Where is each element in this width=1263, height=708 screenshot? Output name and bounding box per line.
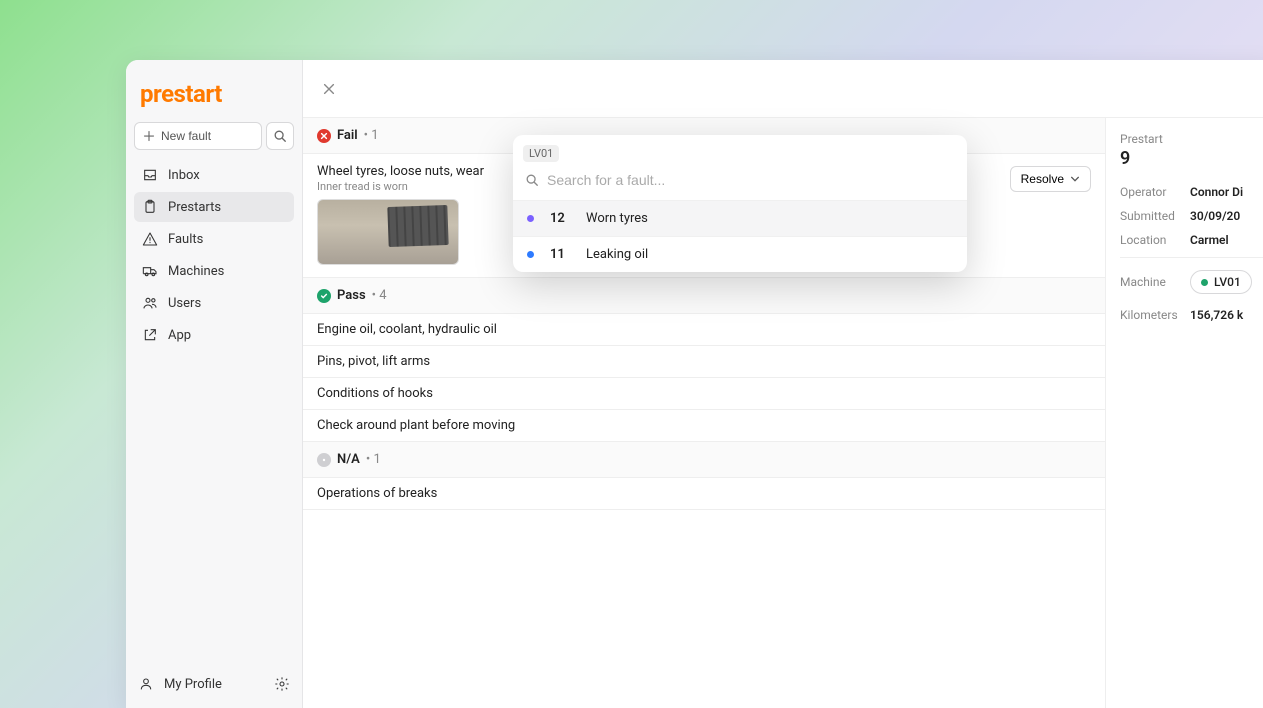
resolve-button[interactable]: Resolve [1010,166,1091,192]
search-button[interactable] [266,122,294,150]
check-row[interactable]: Engine oil, coolant, hydraulic oil [303,314,1105,346]
operator-value: Connor Di [1190,185,1243,199]
sidebar-item-prestarts[interactable]: Prestarts [134,192,294,222]
close-button[interactable] [317,77,341,101]
truck-icon [142,263,158,279]
main-header [303,60,1263,118]
status-dot-icon [527,215,534,222]
sidebar-item-users[interactable]: Users [134,288,294,318]
fault-option-id: 11 [550,247,570,262]
fail-item-thumbnail[interactable] [317,199,459,265]
fault-option-id: 12 [550,211,570,226]
kilometers-value: 156,726 k [1190,308,1243,322]
external-link-icon [142,327,158,343]
fault-search-popup: LV01 12 Worn tyres 11 Leaking oil [513,135,967,272]
search-icon [273,129,287,143]
user-icon [138,676,154,692]
profile-label: My Profile [164,677,222,692]
fail-status-icon [317,129,331,143]
main: Fail • 1 Wheel tyres, loose nuts, wear I… [303,60,1263,708]
resolve-label: Resolve [1021,172,1064,186]
prestart-label: Prestart [1120,132,1263,146]
check-row[interactable]: Operations of breaks [303,478,1105,510]
sidebar-item-label: Users [168,296,201,311]
check-row[interactable]: Pins, pivot, lift arms [303,346,1105,378]
app-shell: prestart New fault Inbox Prestarts Fault… [126,60,1263,708]
submitted-key: Submitted [1120,209,1184,223]
search-icon [525,173,539,187]
pass-title: Pass [337,288,366,303]
warning-icon [142,231,158,247]
settings-button[interactable] [274,676,290,692]
logo: prestart [134,72,294,122]
status-dot-icon [527,251,534,258]
na-status-icon [317,453,331,467]
inbox-icon [142,167,158,183]
sidebar: prestart New fault Inbox Prestarts Fault… [126,60,303,708]
submitted-value: 30/09/20 [1190,209,1240,223]
sidebar-item-label: Machines [168,264,224,279]
close-icon [322,82,336,96]
users-icon [142,295,158,311]
sidebar-item-inbox[interactable]: Inbox [134,160,294,190]
sidebar-item-app[interactable]: App [134,320,294,350]
pass-status-icon [317,289,331,303]
location-value: Carmel [1190,233,1229,247]
fault-search-input[interactable] [547,172,955,188]
sidebar-footer: My Profile [134,670,294,698]
detail-panel: Prestart 9 Operator Connor Di Submitted … [1106,118,1263,708]
sidebar-item-label: App [168,328,191,343]
sidebar-item-label: Faults [168,232,203,247]
new-fault-label: New fault [161,129,211,143]
sidebar-item-machines[interactable]: Machines [134,256,294,286]
na-title: N/A [337,452,360,467]
na-count: • 1 [366,452,381,467]
check-row[interactable]: Conditions of hooks [303,378,1105,410]
operator-key: Operator [1120,185,1184,199]
machine-key: Machine [1120,275,1184,289]
nav: Inbox Prestarts Faults Machines Users Ap… [134,160,294,350]
fault-option-label: Worn tyres [586,211,648,226]
gear-icon [274,676,290,692]
new-fault-row: New fault [134,122,294,150]
machine-pill[interactable]: LV01 [1190,270,1252,294]
sidebar-item-label: Prestarts [168,200,221,215]
new-fault-button[interactable]: New fault [134,122,262,150]
chevron-down-icon [1070,174,1080,184]
clipboard-icon [142,199,158,215]
pass-section-header: Pass • 4 [303,278,1105,314]
fail-title: Fail [337,128,358,143]
kilometers-key: Kilometers [1120,308,1184,322]
popup-machine-tag[interactable]: LV01 [523,145,559,162]
machine-value: LV01 [1214,275,1241,289]
popup-search-row [513,162,967,200]
sidebar-item-faults[interactable]: Faults [134,224,294,254]
prestart-number: 9 [1120,148,1263,169]
pass-count: • 4 [372,288,387,303]
location-key: Location [1120,233,1184,247]
fault-option[interactable]: 11 Leaking oil [513,236,967,272]
na-section-header: N/A • 1 [303,442,1105,478]
fault-option-label: Leaking oil [586,247,648,262]
fault-option[interactable]: 12 Worn tyres [513,200,967,236]
my-profile-link[interactable]: My Profile [138,676,222,692]
fail-count: • 1 [364,128,379,143]
plus-icon [143,130,155,142]
sidebar-item-label: Inbox [168,168,200,183]
check-row[interactable]: Check around plant before moving [303,410,1105,442]
